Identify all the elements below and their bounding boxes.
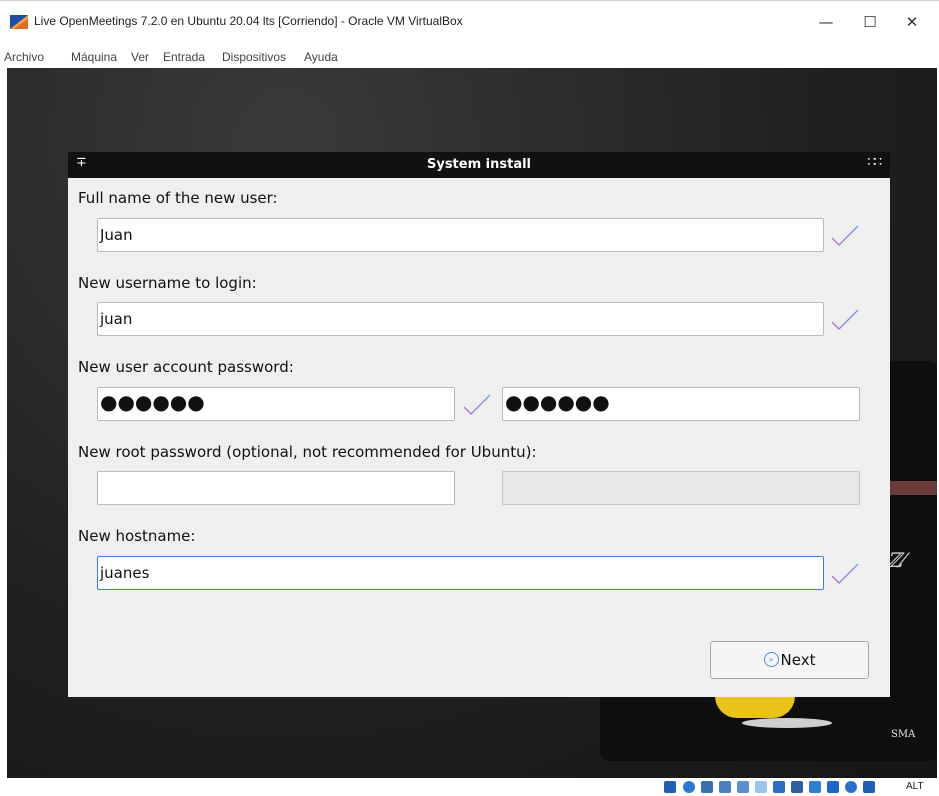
menu-bar: Archivo Máquina Ver Entrada Dispositivos…	[0, 43, 939, 67]
password-valid-check-icon	[463, 394, 491, 415]
display-icon[interactable]	[773, 781, 785, 793]
optical-drive-icon[interactable]	[683, 781, 695, 793]
password-mask: ●●●●●●	[100, 390, 205, 414]
username-label: New username to login:	[78, 274, 257, 292]
minimize-button[interactable]: —	[812, 11, 840, 33]
menu-ayuda[interactable]: Ayuda	[304, 50, 338, 64]
password-label: New user account password:	[78, 358, 294, 376]
dialog-titlebar[interactable]: ∓ System install ∷∷	[68, 152, 890, 178]
dialog-title: System install	[426, 157, 532, 172]
menu-ver[interactable]: Ver	[131, 50, 149, 64]
window-titlebar: Live OpenMeetings 7.2.0 en Ubuntu 20.04 …	[0, 0, 939, 40]
vm-status-bar: ALT	[0, 778, 939, 796]
hard-disk-icon[interactable]	[664, 781, 676, 793]
background-logo-shape	[715, 696, 795, 718]
maximize-button[interactable]: ☐	[856, 11, 884, 33]
background-logo-text: SMA	[891, 729, 916, 740]
background-stripe	[887, 481, 937, 495]
menu-entrada[interactable]: Entrada	[163, 50, 205, 64]
settings-icon[interactable]	[845, 781, 857, 793]
dialog-menu-icon[interactable]: ∷∷	[867, 155, 881, 170]
root-password-label: New root password (optional, not recomme…	[78, 443, 537, 461]
password-confirm-mask: ●●●●●●	[505, 390, 610, 414]
recording-icon[interactable]	[791, 781, 803, 793]
fullname-label: Full name of the new user:	[78, 189, 278, 207]
system-install-dialog: ∓ System install ∷∷ Full name of the new…	[68, 152, 890, 697]
shared-folders-icon[interactable]	[755, 781, 767, 793]
mouse-integration-icon[interactable]	[827, 781, 839, 793]
next-button-label: Next	[780, 651, 816, 669]
username-input[interactable]: juan	[97, 302, 824, 336]
username-valid-check-icon	[831, 309, 859, 330]
hostname-input[interactable]: juanes	[97, 556, 824, 590]
next-button[interactable]: » Next	[710, 641, 869, 679]
password-input[interactable]: ●●●●●●	[97, 387, 455, 421]
menu-archivo[interactable]: Archivo	[4, 50, 44, 64]
root-password-confirm-input	[502, 471, 860, 505]
root-password-input[interactable]	[97, 471, 455, 505]
cpu-icon[interactable]	[809, 781, 821, 793]
background-logo-shadow	[742, 718, 832, 728]
hostname-label: New hostname:	[78, 527, 196, 545]
vm-screen[interactable]: ℤ⁄ SMA ∓ System install ∷∷ Full name of …	[7, 68, 937, 778]
audio-icon[interactable]	[701, 781, 713, 793]
hostname-valid-check-icon	[831, 563, 859, 584]
virtualbox-app-icon	[10, 15, 28, 29]
menu-dispositivos[interactable]: Dispositivos	[222, 50, 286, 64]
usb-icon[interactable]	[737, 781, 749, 793]
close-button[interactable]: ✕	[898, 11, 926, 33]
password-confirm-input[interactable]: ●●●●●●	[502, 387, 860, 421]
keyboard-capture-icon[interactable]	[863, 781, 875, 793]
window-title: Live OpenMeetings 7.2.0 en Ubuntu 20.04 …	[34, 14, 463, 28]
fullname-input[interactable]: Juan	[97, 218, 824, 252]
next-arrow-icon: »	[763, 652, 779, 667]
host-key-label: ALT	[906, 781, 924, 792]
network-icon[interactable]	[719, 781, 731, 793]
fullname-valid-check-icon	[831, 225, 859, 246]
menu-maquina[interactable]: Máquina	[71, 50, 117, 64]
